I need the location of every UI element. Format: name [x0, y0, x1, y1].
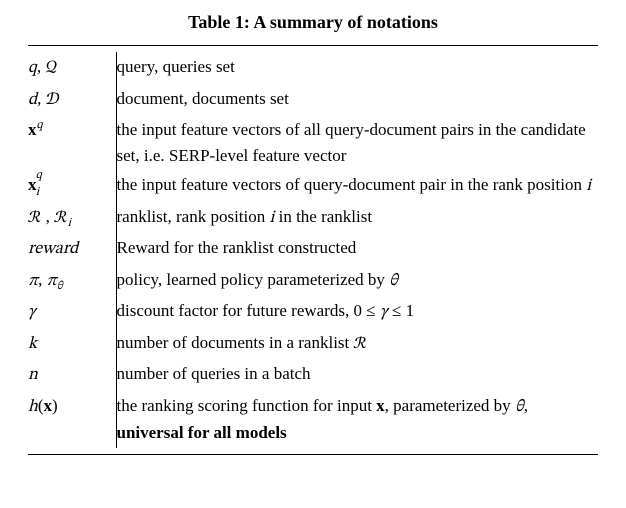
description-cell: policy, learned policy parameterized by …: [116, 265, 598, 297]
description-cell: discount factor for future rewards, 0 ≤ …: [116, 296, 598, 328]
table-row: ℛ , ℛiranklist, rank position i in the r…: [28, 202, 598, 234]
table-row: xqithe input feature vectors of query-do…: [28, 170, 598, 202]
table-row: knumber of documents in a ranklist ℛ: [28, 328, 598, 360]
symbol-cell: n: [28, 359, 116, 391]
notation-table: q, 𝒬query, queries setd, 𝒟document, docu…: [28, 52, 598, 448]
table-row: q, 𝒬query, queries set: [28, 52, 598, 84]
symbol-cell: q, 𝒬: [28, 52, 116, 84]
symbol-cell: k: [28, 328, 116, 360]
description-cell: query, queries set: [116, 52, 598, 84]
rule-top: [28, 45, 598, 46]
symbol-cell: d, 𝒟: [28, 84, 116, 116]
symbol-cell: h(x): [28, 391, 116, 448]
symbol-cell: ℛ , ℛi: [28, 202, 116, 234]
description-cell: document, documents set: [116, 84, 598, 116]
description-cell: the input feature vectors of all query-d…: [116, 115, 598, 170]
table-row: π, πθpolicy, learned policy parameterize…: [28, 265, 598, 297]
table-row: nnumber of queries in a batch: [28, 359, 598, 391]
table-row: rewardReward for the ranklist constructe…: [28, 233, 598, 265]
description-cell: the ranking scoring function for input x…: [116, 391, 598, 448]
symbol-cell: γ: [28, 296, 116, 328]
description-cell: the input feature vectors of query-docum…: [116, 170, 598, 202]
description-cell: number of documents in a ranklist ℛ: [116, 328, 598, 360]
table-row: γdiscount factor for future rewards, 0 ≤…: [28, 296, 598, 328]
symbol-cell: π, πθ: [28, 265, 116, 297]
table-body: q, 𝒬query, queries setd, 𝒟document, docu…: [28, 52, 598, 448]
symbol-cell: xq: [28, 115, 116, 170]
symbol-cell: reward: [28, 233, 116, 265]
rule-bottom: [28, 454, 598, 455]
description-cell: Reward for the ranklist constructed: [116, 233, 598, 265]
description-cell: number of queries in a batch: [116, 359, 598, 391]
description-cell: ranklist, rank position i in the ranklis…: [116, 202, 598, 234]
symbol-cell: xqi: [28, 170, 116, 202]
table-row: xqthe input feature vectors of all query…: [28, 115, 598, 170]
table-row: d, 𝒟document, documents set: [28, 84, 598, 116]
table-caption: Table 1: A summary of notations: [28, 12, 598, 33]
table-row: h(x)the ranking scoring function for inp…: [28, 391, 598, 448]
